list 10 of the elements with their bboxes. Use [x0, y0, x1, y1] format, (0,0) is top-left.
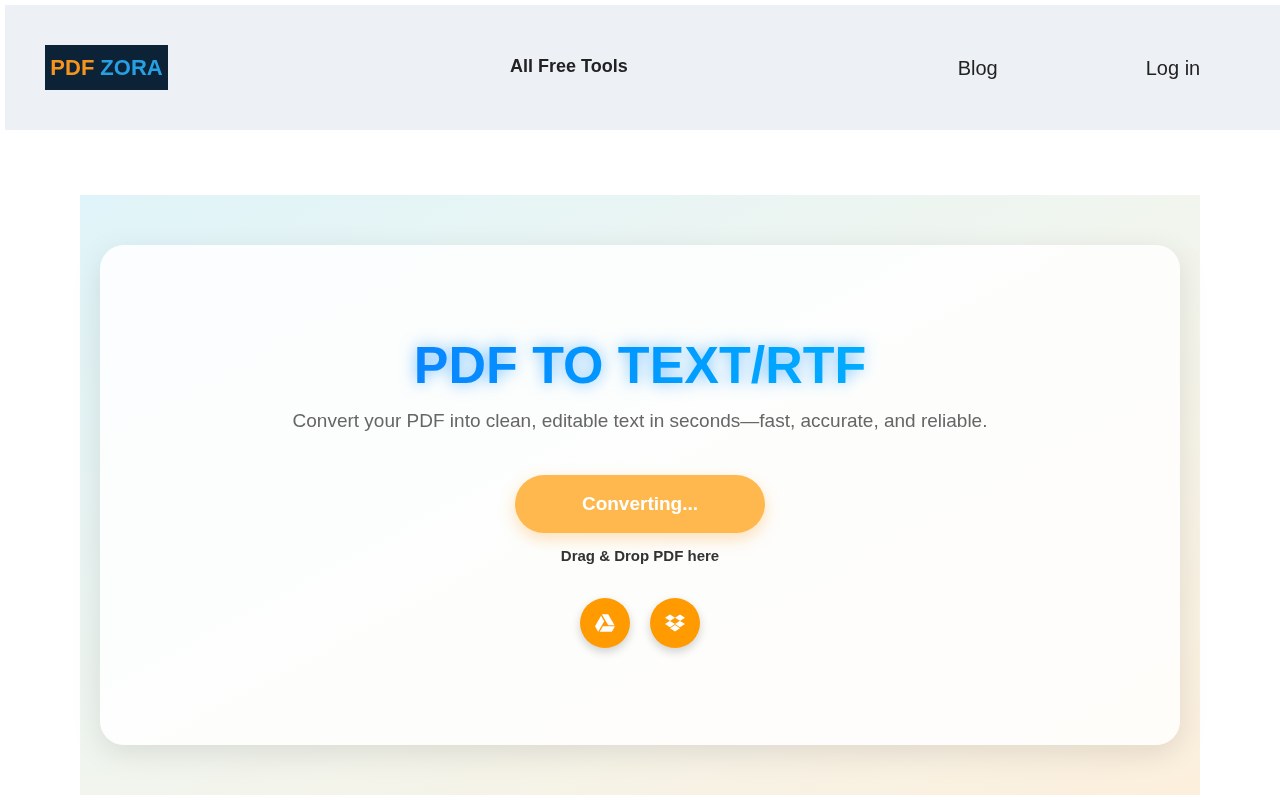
logo[interactable]: PDF ZORA	[45, 45, 168, 90]
dropbox-icon	[665, 613, 685, 633]
drop-hint: Drag & Drop PDF here	[560, 546, 720, 566]
nav-link[interactable]: All Free Tools	[510, 52, 628, 80]
google-drive-icon	[595, 613, 615, 633]
subtitle: Convert your PDF into clean, editable text in seconds—fast, accurate, and reliable.	[292, 409, 988, 433]
nav-link[interactable]: Log in	[1145, 52, 1201, 83]
google-drive-button[interactable]	[580, 598, 630, 648]
dropbox-button[interactable]	[650, 598, 700, 648]
nav-link[interactable]: Blog	[957, 52, 998, 83]
